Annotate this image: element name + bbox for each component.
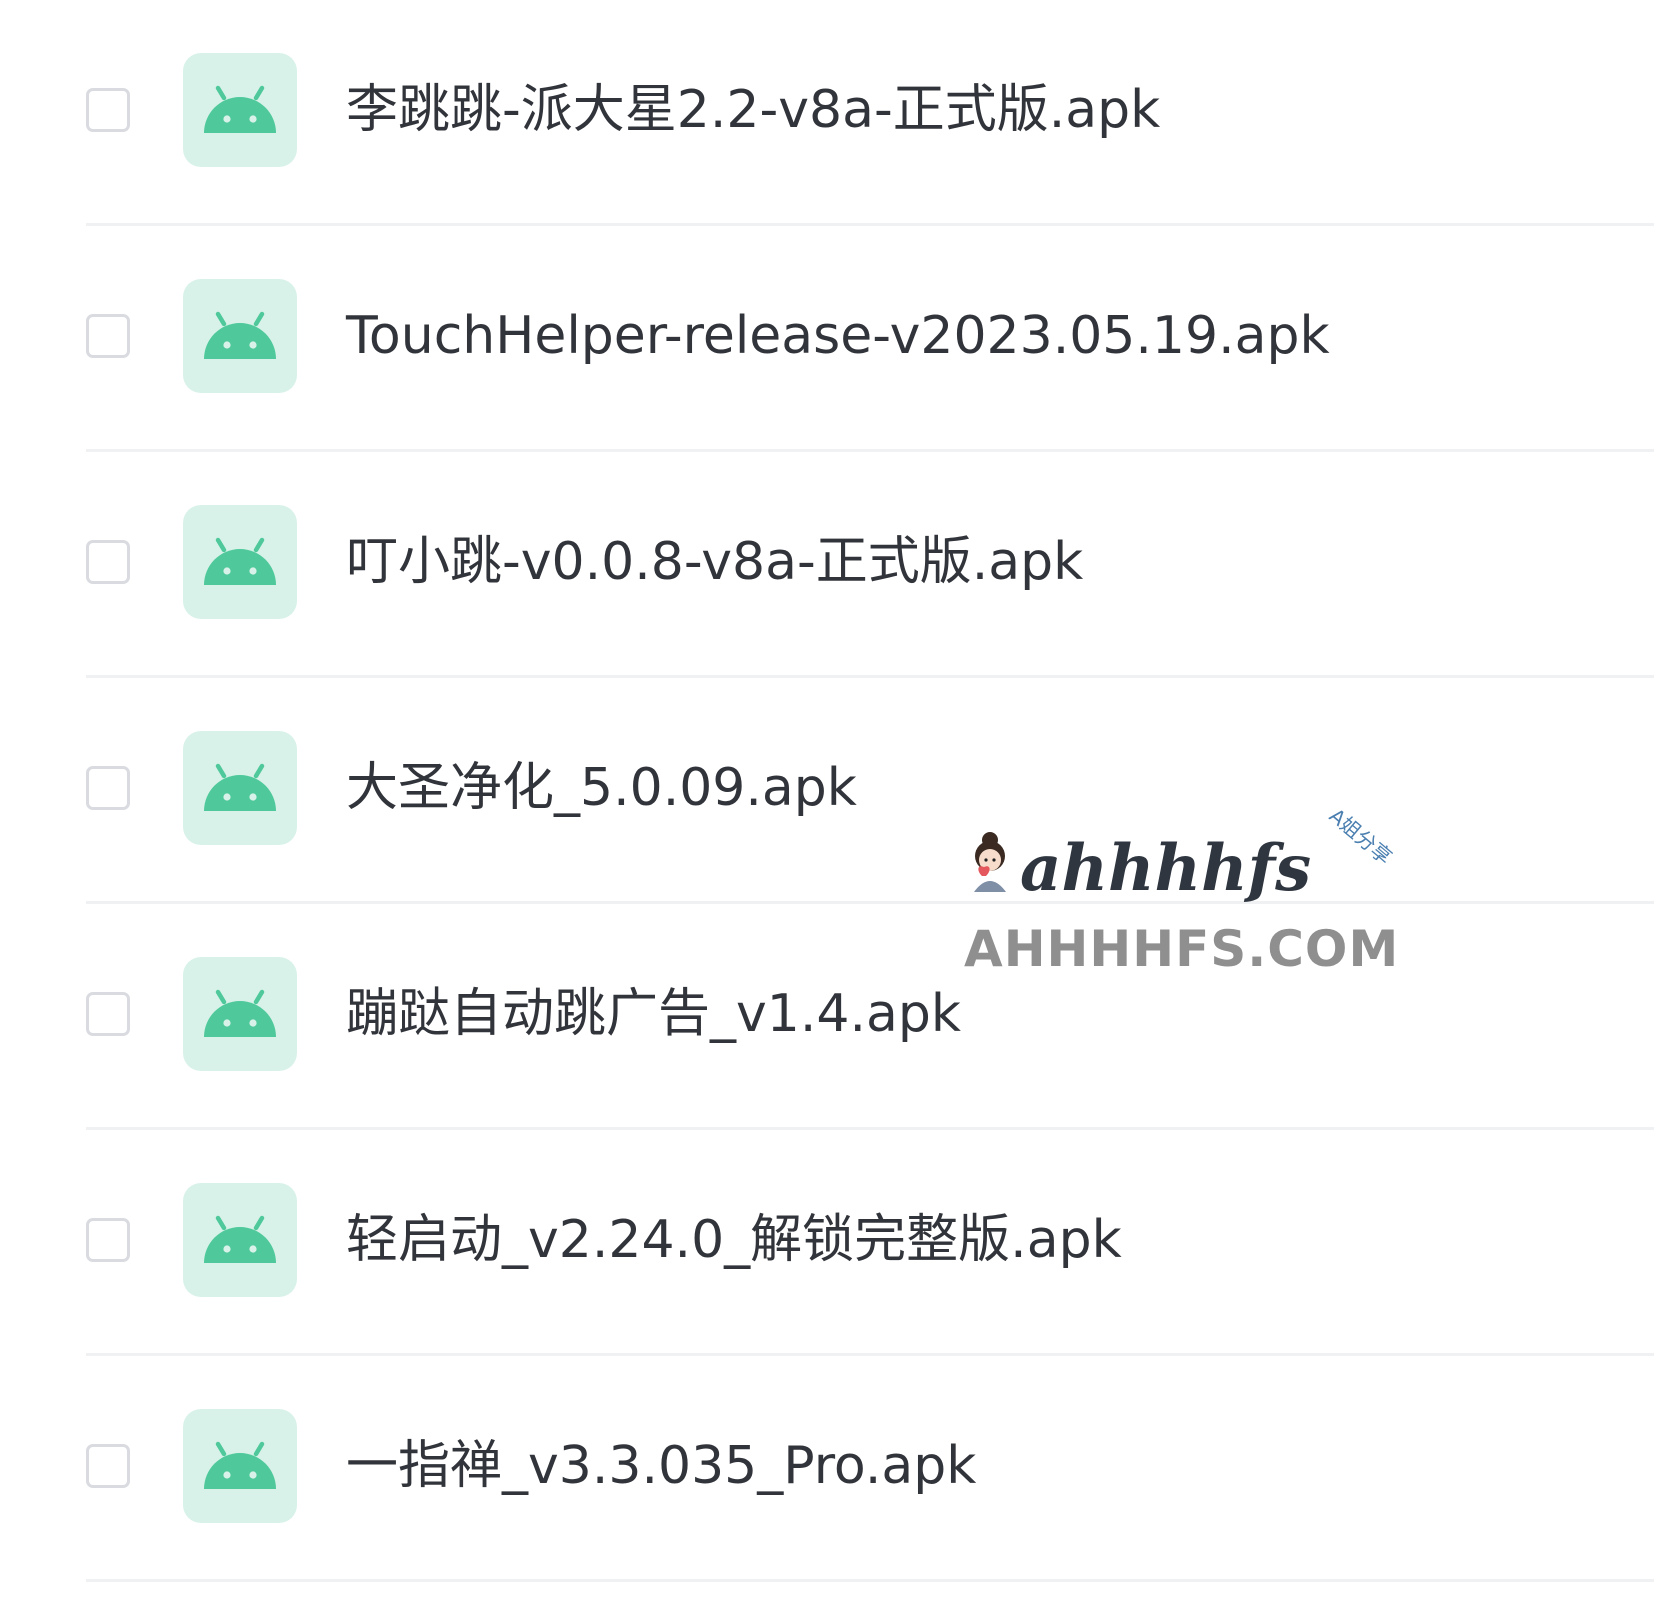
file-checkbox[interactable] <box>86 992 130 1036</box>
file-checkbox[interactable] <box>86 88 130 132</box>
file-row[interactable]: TouchHelper-release-v2023.05.19.apk <box>0 226 1654 452</box>
row-divider <box>86 1579 1654 1582</box>
file-row[interactable]: 李跳跳-派大星2.2-v8a-正式版.apk <box>0 0 1654 226</box>
file-checkbox[interactable] <box>86 540 130 584</box>
file-checkbox[interactable] <box>86 1218 130 1262</box>
android-icon <box>183 279 297 393</box>
file-name[interactable]: 一指禅_v3.3.035_Pro.apk <box>346 1430 976 1502</box>
file-name[interactable]: TouchHelper-release-v2023.05.19.apk <box>346 300 1330 372</box>
android-icon <box>183 957 297 1071</box>
file-name[interactable]: 轻启动_v2.24.0_解锁完整版.apk <box>346 1204 1122 1276</box>
android-icon <box>183 505 297 619</box>
android-icon <box>183 1409 297 1523</box>
android-icon <box>183 1183 297 1297</box>
file-checkbox[interactable] <box>86 314 130 358</box>
file-checkbox[interactable] <box>86 766 130 810</box>
file-name[interactable]: 叮小跳-v0.0.8-v8a-正式版.apk <box>346 526 1083 598</box>
file-row[interactable]: 叮小跳-v0.0.8-v8a-正式版.apk <box>0 452 1654 678</box>
android-icon <box>183 731 297 845</box>
file-list: 李跳跳-派大星2.2-v8a-正式版.apk TouchHelper-relea… <box>0 0 1654 1622</box>
file-name[interactable]: 大圣净化_5.0.09.apk <box>346 752 857 824</box>
file-row[interactable]: 轻启动_v2.24.0_解锁完整版.apk <box>0 1130 1654 1356</box>
file-row[interactable]: 大圣净化_5.0.09.apk <box>0 678 1654 904</box>
file-name[interactable]: 李跳跳-派大星2.2-v8a-正式版.apk <box>346 74 1160 146</box>
file-row[interactable]: 一指禅_v3.3.035_Pro.apk <box>0 1356 1654 1582</box>
file-row[interactable]: 蹦跶自动跳广告_v1.4.apk <box>0 904 1654 1130</box>
file-name[interactable]: 蹦跶自动跳广告_v1.4.apk <box>346 978 961 1050</box>
android-icon <box>183 53 297 167</box>
file-checkbox[interactable] <box>86 1444 130 1488</box>
